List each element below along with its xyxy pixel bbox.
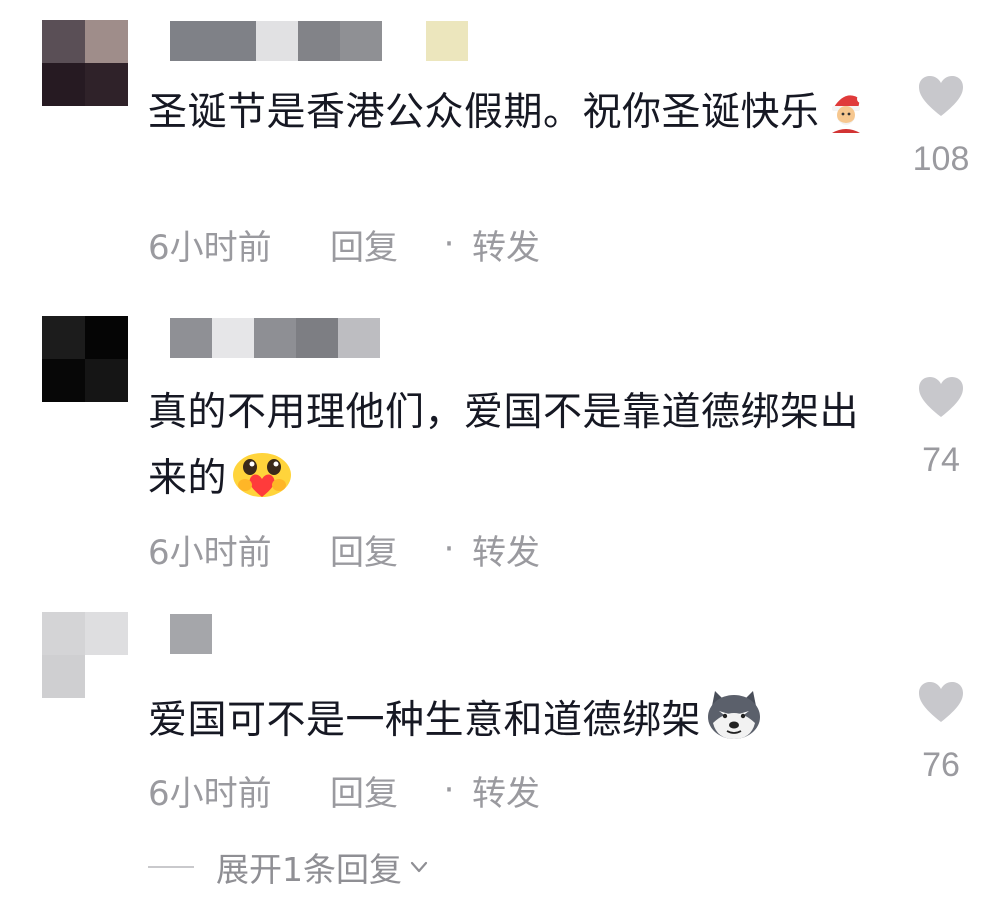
avatar[interactable] [42,20,128,106]
avatar[interactable] [42,612,128,698]
comment-time: 6小时前 [148,532,272,573]
heart-icon [919,76,963,116]
heart-icon [919,682,963,722]
hug-heart-emoji [231,451,293,520]
santa-emoji [824,88,868,154]
reply-button[interactable]: 回复 [330,525,426,574]
reply-button[interactable]: 回复 [330,220,426,269]
comment-meta: 6小时前 回复 · 转发 [148,220,540,269]
divider-line [148,866,194,868]
like-count: 76 [922,746,960,784]
like-count: 108 [912,140,970,178]
comment-text: 真的不用理他们，爱国不是靠道德绑架出来的 [148,380,868,520]
comment-meta: 6小时前 回复 · 转发 [148,766,540,815]
like-button[interactable]: 108 [898,74,984,179]
username-blurred[interactable] [170,318,380,358]
comment-time: 6小时前 [148,227,272,268]
like-button[interactable]: 76 [898,680,984,785]
expand-replies-label: 展开1条回复 [216,850,402,889]
comment-text: 圣诞节是香港公众假期。祝你圣诞快乐 [148,80,868,154]
avatar[interactable] [42,316,128,402]
reply-button[interactable]: 回复 [330,766,426,815]
share-button[interactable]: 转发 [472,220,540,269]
share-button[interactable]: 转发 [472,525,540,574]
username-blurred[interactable] [170,614,212,654]
comment-time: 6小时前 [148,773,272,814]
expand-replies-button[interactable]: 展开1条回复 [148,845,430,889]
husky-dog-emoji [705,689,763,762]
heart-icon [919,377,963,417]
comment-meta: 6小时前 回复 · 转发 [148,525,540,574]
share-button[interactable]: 转发 [472,766,540,815]
chevron-down-icon [410,861,428,873]
separator-dot: · [443,224,455,264]
like-count: 74 [922,441,960,479]
separator-dot: · [443,770,455,810]
like-button[interactable]: 74 [898,375,984,480]
separator-dot: · [443,529,455,569]
comment-text: 爱国可不是一种生意和道德绑架 [148,688,868,762]
username-blurred[interactable] [170,21,468,61]
